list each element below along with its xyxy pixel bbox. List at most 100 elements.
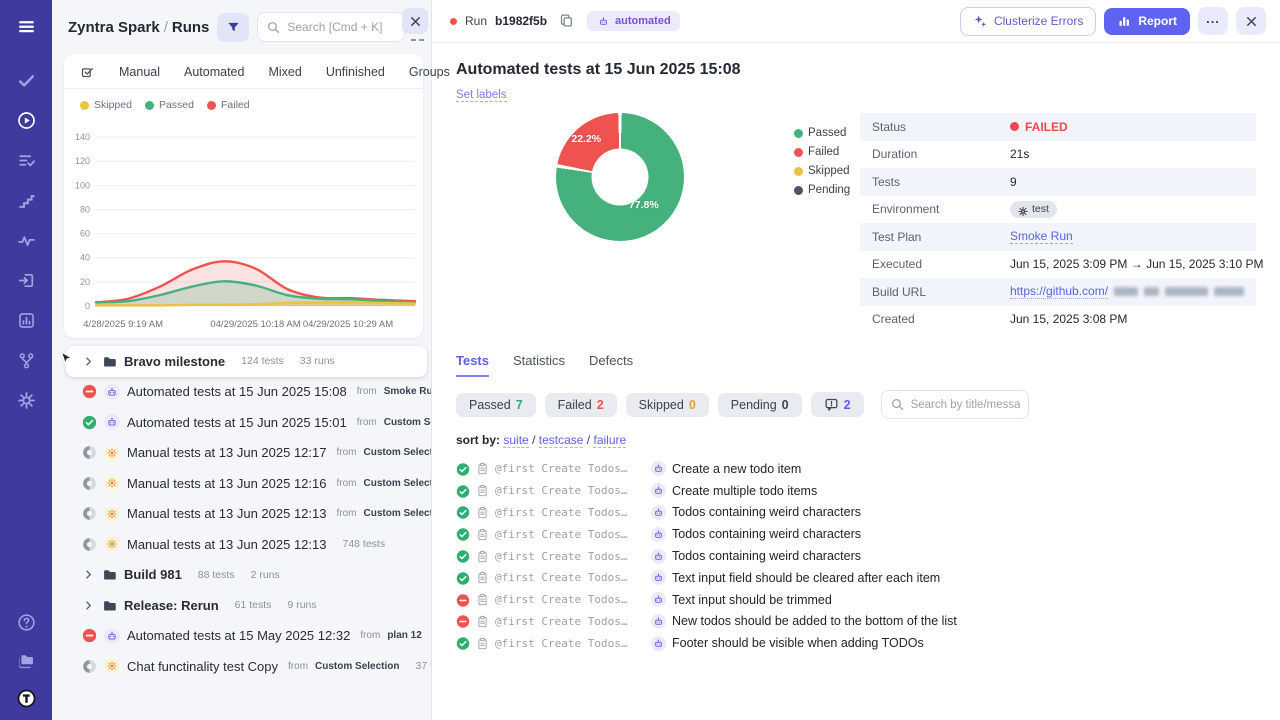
status-failed-icon (82, 628, 97, 643)
test-row[interactable]: @first Create Todos…Todos containing wei… (456, 545, 1256, 567)
close-run-button[interactable] (1236, 7, 1266, 35)
list-check-icon[interactable] (16, 150, 36, 170)
run-detail-topbar: Run b1982f5b automated Clusterize Errors… (432, 0, 1280, 43)
test-title[interactable]: Todos containing weird characters (672, 505, 861, 519)
run-row[interactable]: Manual tests at 13 Jun 2025 12:16fromCus… (52, 468, 431, 499)
branch-icon[interactable] (16, 350, 36, 370)
donut-legend-skipped[interactable]: Skipped (794, 165, 850, 177)
filter-chip-passed[interactable]: Passed 7 (456, 393, 536, 417)
legend-passed[interactable]: Passed (145, 99, 194, 111)
import-icon[interactable] (16, 270, 36, 290)
environment-badge[interactable]: test (1010, 201, 1057, 218)
run-from-target[interactable]: Custom Selection (363, 447, 431, 458)
panel-close-button[interactable] (402, 8, 428, 34)
steps-icon[interactable] (16, 190, 36, 210)
run-from-target[interactable]: plan 12 (387, 630, 421, 641)
copy-run-id-button[interactable] (559, 13, 575, 29)
menu-icon[interactable] (16, 16, 36, 36)
filter-chip-comments[interactable]: 2 (811, 392, 864, 417)
runs-search-input[interactable] (287, 20, 396, 34)
legend-failed[interactable]: Failed (207, 99, 250, 111)
test-title[interactable]: Create multiple todo items (672, 484, 817, 498)
run-row[interactable]: Chat functinality test CopyfromCustom Se… (52, 651, 431, 682)
tab-tests[interactable]: Tests (456, 353, 489, 377)
test-row[interactable]: @first Create Todos…Create multiple todo… (456, 480, 1256, 502)
panel-resize-handle[interactable] (411, 39, 424, 44)
run-row[interactable]: Automated tests at 15 Jun 2025 15:01from… (52, 407, 431, 438)
projects-folder-icon[interactable] (16, 650, 36, 670)
run-type-badge[interactable]: automated (587, 11, 680, 31)
test-title[interactable]: New todos should be added to the bottom … (672, 614, 957, 628)
test-title[interactable]: Text input should be trimmed (672, 593, 832, 607)
test-title[interactable]: Todos containing weird characters (672, 527, 861, 541)
help-icon[interactable] (16, 612, 36, 632)
filter-chip-pending[interactable]: Pending 0 (718, 393, 802, 417)
runs-tab-mixed[interactable]: Mixed (268, 65, 301, 79)
donut-legend-passed[interactable]: Passed (794, 127, 850, 139)
select-all-icon[interactable] (80, 64, 95, 79)
run-row[interactable]: Automated tests at 15 Jun 2025 15:08from… (52, 377, 431, 408)
spark-icon (104, 536, 120, 552)
clusterize-errors-button[interactable]: Clusterize Errors (960, 7, 1096, 36)
run-row[interactable]: Automated tests at 15 May 2025 12:32from… (52, 621, 431, 652)
run-from-target[interactable]: Custom Selection (315, 661, 399, 672)
runs-icon[interactable] (16, 110, 36, 130)
test-row[interactable]: @first Create Todos…Text input should be… (456, 589, 1256, 611)
status-partial-icon (82, 537, 97, 552)
runs-tab-groups[interactable]: Groups (409, 65, 450, 79)
run-from-target[interactable]: Custom Selection (363, 478, 431, 489)
report-button[interactable]: Report (1104, 8, 1190, 35)
analytics-icon[interactable] (16, 310, 36, 330)
chevron-right-icon[interactable] (82, 355, 95, 368)
runs-tab-manual[interactable]: Manual (119, 65, 160, 79)
filter-chip-skipped[interactable]: Skipped 0 (626, 393, 709, 417)
runs-tab-unfinished[interactable]: Unfinished (326, 65, 385, 79)
pulse-icon[interactable] (16, 230, 36, 250)
chevron-right-icon[interactable] (82, 599, 95, 612)
run-row[interactable]: Manual tests at 13 Jun 2025 12:13748 tes… (52, 529, 431, 560)
run-row[interactable]: Manual tests at 13 Jun 2025 12:17fromCus… (52, 438, 431, 469)
settings-gear-icon[interactable] (16, 390, 36, 410)
legend-skipped[interactable]: Skipped (80, 99, 132, 111)
test-row[interactable]: @first Create Todos…Create a new todo it… (456, 458, 1256, 480)
test-search-input[interactable] (911, 399, 1020, 411)
check-icon[interactable] (16, 70, 36, 90)
tab-statistics[interactable]: Statistics (513, 353, 565, 377)
test-title[interactable]: Todos containing weird characters (672, 549, 861, 563)
test-row[interactable]: @first Create Todos…New todos should be … (456, 611, 1256, 633)
run-meta: 88 tests (198, 569, 235, 581)
run-from-target[interactable]: Custom Selection (363, 508, 431, 519)
test-title[interactable]: Text input field should be cleared after… (672, 571, 940, 585)
run-from-target[interactable]: Smoke Run (384, 386, 431, 397)
filter-chip-failed[interactable]: Failed 2 (545, 393, 617, 417)
run-group-row[interactable]: Release: Rerun61 tests9 runs (52, 590, 431, 621)
test-suite-path: @first Create Todos… (495, 637, 645, 650)
run-group-row[interactable]: Build 98188 tests2 runs (52, 560, 431, 591)
test-title[interactable]: Footer should be visible when adding TOD… (672, 636, 924, 650)
sort-by-testcase[interactable]: testcase (539, 433, 584, 448)
set-labels-link[interactable]: Set labels (456, 89, 507, 102)
test-row[interactable]: @first Create Todos… Footer should be vis… (456, 632, 1256, 654)
run-group-row[interactable]: Bravo milestone124 tests33 runs (66, 346, 427, 377)
chevron-right-icon[interactable] (82, 568, 95, 581)
more-actions-button[interactable]: ... (1198, 7, 1228, 35)
donut-legend-pending[interactable]: Pending (794, 184, 850, 196)
tab-defects[interactable]: Defects (589, 353, 633, 377)
run-row[interactable]: Manual tests at 13 Jun 2025 12:13fromCus… (52, 499, 431, 530)
filter-button[interactable] (217, 13, 249, 42)
test-row[interactable]: @first Create Todos…Todos containing wei… (456, 523, 1256, 545)
runs-search (257, 12, 405, 42)
sidebar-bottom-group (16, 612, 36, 708)
sort-by-suite[interactable]: suite (503, 433, 528, 448)
test-row[interactable]: @first Create Todos…Todos containing wei… (456, 502, 1256, 524)
runs-tab-automated[interactable]: Automated (184, 65, 244, 79)
test-title[interactable]: Create a new todo item (672, 462, 801, 476)
sort-by-failure[interactable]: failure (593, 433, 626, 448)
breadcrumb-project[interactable]: Zyntra Spark (68, 19, 160, 36)
test-plan-link[interactable]: Smoke Run (1010, 229, 1073, 244)
donut-legend-failed[interactable]: Failed (794, 146, 850, 158)
app-logo-icon[interactable] (16, 688, 36, 708)
test-row[interactable]: @first Create Todos…Text input field sho… (456, 567, 1256, 589)
build-url-link[interactable]: https://github.com/ (1010, 284, 1108, 299)
run-from-target[interactable]: Custom Selection (384, 417, 431, 428)
